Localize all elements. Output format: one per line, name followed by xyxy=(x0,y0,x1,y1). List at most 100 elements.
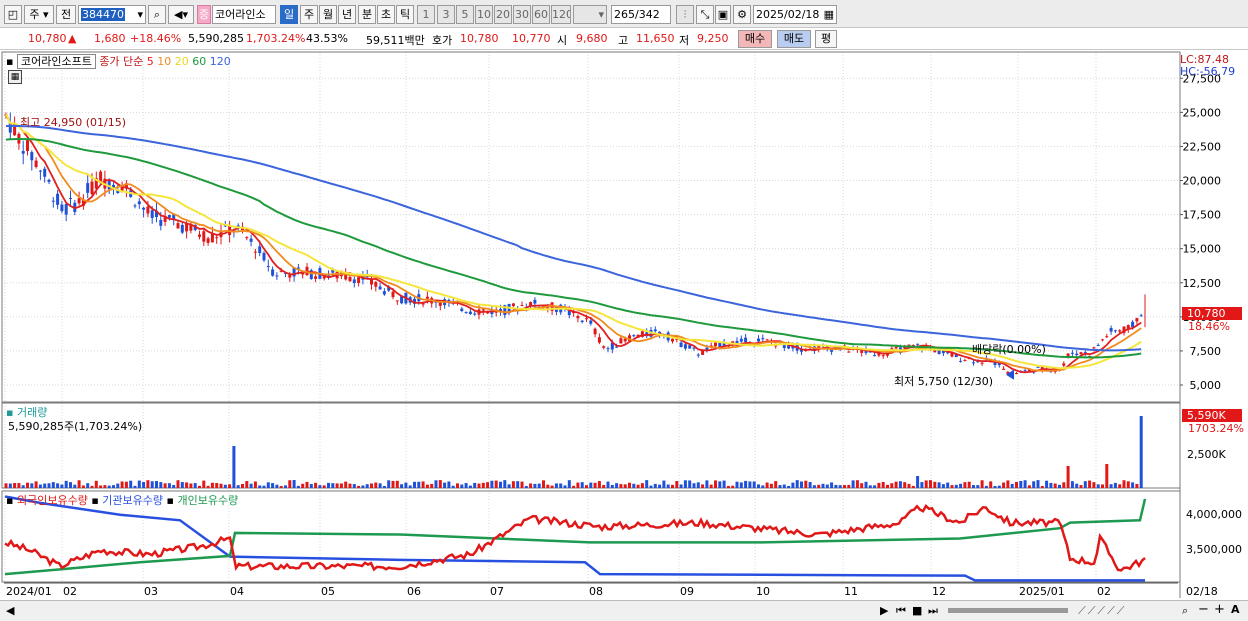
interval-10-button[interactable]: 10 xyxy=(475,5,493,24)
period-type-value: 주 xyxy=(29,8,40,21)
buy-button[interactable]: 매수 xyxy=(738,30,772,48)
volume-bar xyxy=(253,481,257,488)
x-tick-label: 06 xyxy=(407,585,421,598)
chart-canvas[interactable]: 27,50025,00022,50020,00017,50015,00012,5… xyxy=(0,50,1248,621)
volume-bar xyxy=(632,483,636,488)
zoom-in-icon[interactable]: + xyxy=(1214,602,1225,617)
up-arrow-icon: ▲ xyxy=(68,32,77,45)
rewind-icon[interactable]: ⏮ xyxy=(896,604,906,618)
font-size-icon[interactable]: A xyxy=(1231,603,1240,616)
x-tick-label: 09 xyxy=(680,585,694,598)
volume-bar xyxy=(142,482,146,488)
stock-name-field[interactable]: 코어라인소 xyxy=(212,5,276,24)
chart-scrollbar[interactable]: ◀ ▶ ⏮ ■ ⏭ ⟋⟋⟋⟋⟋ ⌕ − + A xyxy=(0,600,1248,621)
volume-bar xyxy=(490,480,494,488)
volume-bar xyxy=(972,485,975,488)
chart-menu-icon[interactable]: ◰ xyxy=(4,5,22,24)
period-type-select[interactable]: 주 ▾ xyxy=(24,5,54,24)
volume-bar xyxy=(731,485,735,488)
volume-bar xyxy=(683,480,687,488)
volume-bar xyxy=(1027,485,1031,488)
period-minute-button[interactable]: 분 xyxy=(358,5,376,24)
period-tick-button[interactable]: 틱 xyxy=(396,5,414,24)
scroll-left-icon[interactable]: ◀ xyxy=(6,604,14,617)
candle-body xyxy=(34,160,38,168)
scope-select[interactable]: 전 xyxy=(56,5,76,24)
volume-bar xyxy=(851,480,855,488)
interval-20-button[interactable]: 20 xyxy=(494,5,512,24)
volume-bar xyxy=(550,485,554,488)
volume-bar xyxy=(1126,481,1130,488)
stop-icon[interactable]: ■ xyxy=(912,604,922,617)
period-day-button[interactable]: 일 xyxy=(280,5,298,24)
interval-select[interactable]: ▾ xyxy=(573,5,607,24)
interval-1-button[interactable]: 1 xyxy=(417,5,435,24)
volume-bar xyxy=(653,483,657,488)
crosshair-icon[interactable]: ⤡ xyxy=(696,5,714,24)
candle-body xyxy=(696,354,700,356)
badge-jeung: 증 xyxy=(197,5,211,24)
price-tick-label: 7,500 xyxy=(1190,345,1222,358)
candle-body xyxy=(348,276,352,282)
candle-body xyxy=(266,266,270,268)
gear-icon[interactable]: ⚙ xyxy=(733,5,751,24)
speaker-icon[interactable]: ◀▾ xyxy=(168,5,194,24)
candle-icon[interactable]: ⫶ xyxy=(676,5,694,24)
date-field[interactable]: 2025/02/18 ▦ xyxy=(753,5,837,24)
candle-body xyxy=(881,355,885,357)
stock-tag[interactable]: 코어라인소프트 xyxy=(16,54,96,69)
save-icon[interactable]: ▣ xyxy=(715,5,731,24)
candle-body xyxy=(395,300,399,302)
volume-bar xyxy=(916,476,920,488)
candle-body xyxy=(959,360,963,362)
period-year-button[interactable]: 년 xyxy=(338,5,356,24)
zoom-out-icon[interactable]: − xyxy=(1198,602,1209,617)
volume-bar xyxy=(1113,482,1117,488)
volume-bar xyxy=(163,483,167,488)
low-price: 9,250 xyxy=(697,32,729,45)
scroll-right-icon[interactable]: ▶ xyxy=(880,604,888,617)
candle-body xyxy=(438,302,442,306)
volume-bar xyxy=(494,480,498,488)
interval-3-button[interactable]: 3 xyxy=(437,5,455,24)
drawing-tools-icon[interactable]: ⟋⟋⟋⟋⟋ xyxy=(1078,604,1127,618)
period-second-button[interactable]: 초 xyxy=(377,5,395,24)
interval-30-button[interactable]: 30 xyxy=(513,5,531,24)
volume-bar xyxy=(920,482,924,488)
ma-5-label: 5 xyxy=(146,55,154,68)
volume-bar xyxy=(524,485,528,488)
volume-bar xyxy=(520,481,524,488)
volume-bar xyxy=(327,482,330,488)
candle-body xyxy=(425,296,429,299)
stock-code-input[interactable]: 384470 ▾ xyxy=(78,5,146,24)
period-month-button[interactable]: 월 xyxy=(319,5,337,24)
scroll-thumb[interactable] xyxy=(948,608,1068,613)
interval-5-button[interactable]: 5 xyxy=(456,5,474,24)
candle-body xyxy=(378,286,382,290)
volume-bar xyxy=(533,483,537,488)
volume-bar xyxy=(150,481,154,488)
search-icon[interactable]: ⌕ xyxy=(148,5,166,24)
period-week-button[interactable]: 주 xyxy=(300,5,318,24)
candle-body xyxy=(176,223,180,229)
panel-marker-icon: ▪ xyxy=(6,494,14,507)
interval-120-button[interactable]: 120 xyxy=(551,5,571,24)
volume-bar xyxy=(271,483,275,488)
stock-chart[interactable]: 27,500 25,000 22,500 20,000 17,500 15,000 12,5… xyxy=(0,50,1248,621)
volume-bar xyxy=(73,484,77,488)
candle-body xyxy=(632,335,636,337)
sell-button[interactable]: 매도 xyxy=(777,30,811,48)
candle-body xyxy=(253,251,257,253)
volume-bar xyxy=(679,484,683,488)
x-right-label: 02/18 xyxy=(1186,585,1218,598)
volume-bar xyxy=(236,485,240,488)
interval-60-button[interactable]: 60 xyxy=(532,5,550,24)
evaluate-button[interactable]: 평 xyxy=(815,30,837,48)
volume-bar xyxy=(124,481,128,488)
count-field[interactable]: 265/342 xyxy=(611,5,671,24)
fast-forward-icon[interactable]: ⏭ xyxy=(928,604,938,618)
zoom-icon[interactable]: ⌕ xyxy=(1182,604,1188,618)
chart-setting-icon[interactable]: ▦ xyxy=(8,70,22,84)
candle-body xyxy=(374,281,378,287)
volume-bar xyxy=(275,484,279,488)
